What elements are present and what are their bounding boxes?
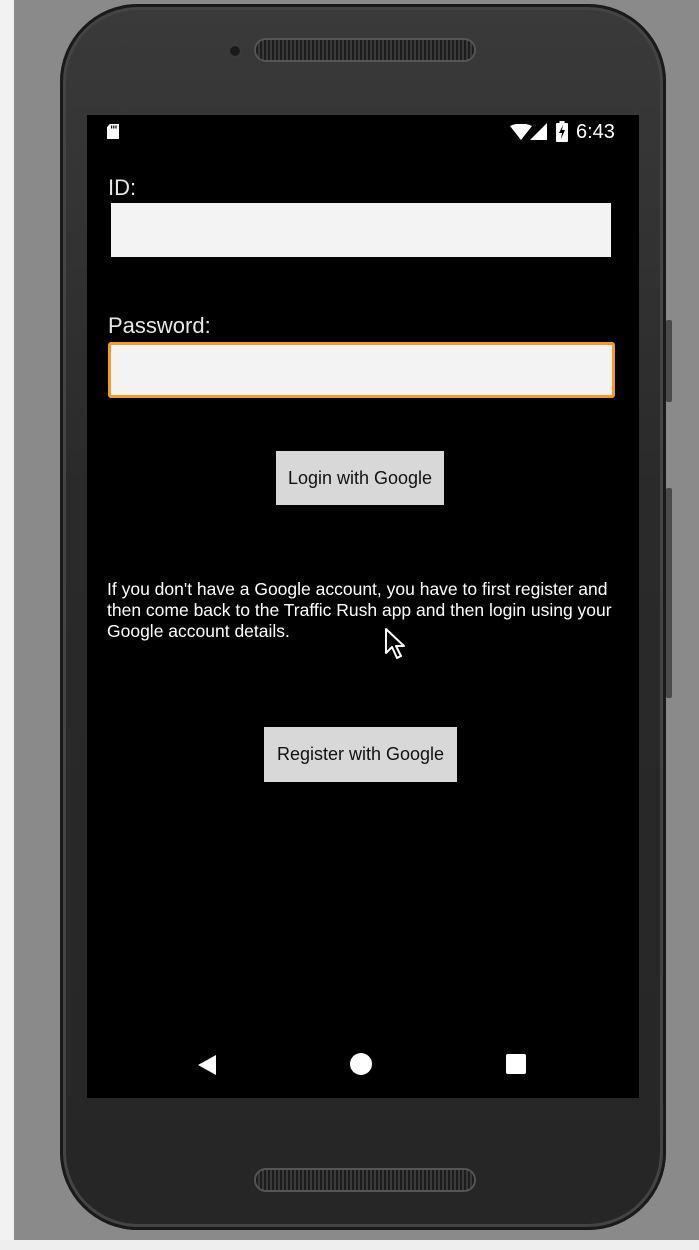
front-camera bbox=[230, 46, 240, 56]
password-label: Password: bbox=[108, 313, 211, 338]
login-with-google-button[interactable]: Login with Google bbox=[276, 451, 444, 505]
home-icon[interactable] bbox=[350, 1053, 372, 1075]
register-info-text: If you don't have a Google account, you … bbox=[107, 579, 612, 641]
cell-signal-icon bbox=[530, 123, 547, 140]
id-input[interactable] bbox=[111, 203, 611, 257]
status-clock: 6:43 bbox=[576, 121, 615, 143]
top-speaker bbox=[256, 40, 474, 60]
register-with-google-button[interactable]: Register with Google bbox=[264, 727, 457, 782]
power-button bbox=[666, 320, 672, 402]
id-label: ID: bbox=[108, 175, 137, 200]
status-bar: 6:43 bbox=[87, 115, 639, 153]
volume-rocker bbox=[666, 488, 672, 698]
password-input[interactable] bbox=[108, 342, 615, 398]
bottom-speaker bbox=[256, 1170, 474, 1190]
wifi-icon bbox=[510, 124, 532, 140]
navigation-bar bbox=[87, 1045, 639, 1085]
background-strip-bottom bbox=[0, 1240, 699, 1250]
recents-icon[interactable] bbox=[506, 1054, 526, 1074]
battery-charging-icon bbox=[556, 121, 568, 142]
back-icon[interactable] bbox=[198, 1055, 216, 1075]
background-strip bbox=[0, 0, 14, 1250]
sd-card-icon bbox=[107, 124, 119, 139]
mouse-pointer-icon bbox=[385, 628, 405, 659]
device-screen: 6:43 ID: Password: Login with Google If … bbox=[87, 115, 639, 1098]
